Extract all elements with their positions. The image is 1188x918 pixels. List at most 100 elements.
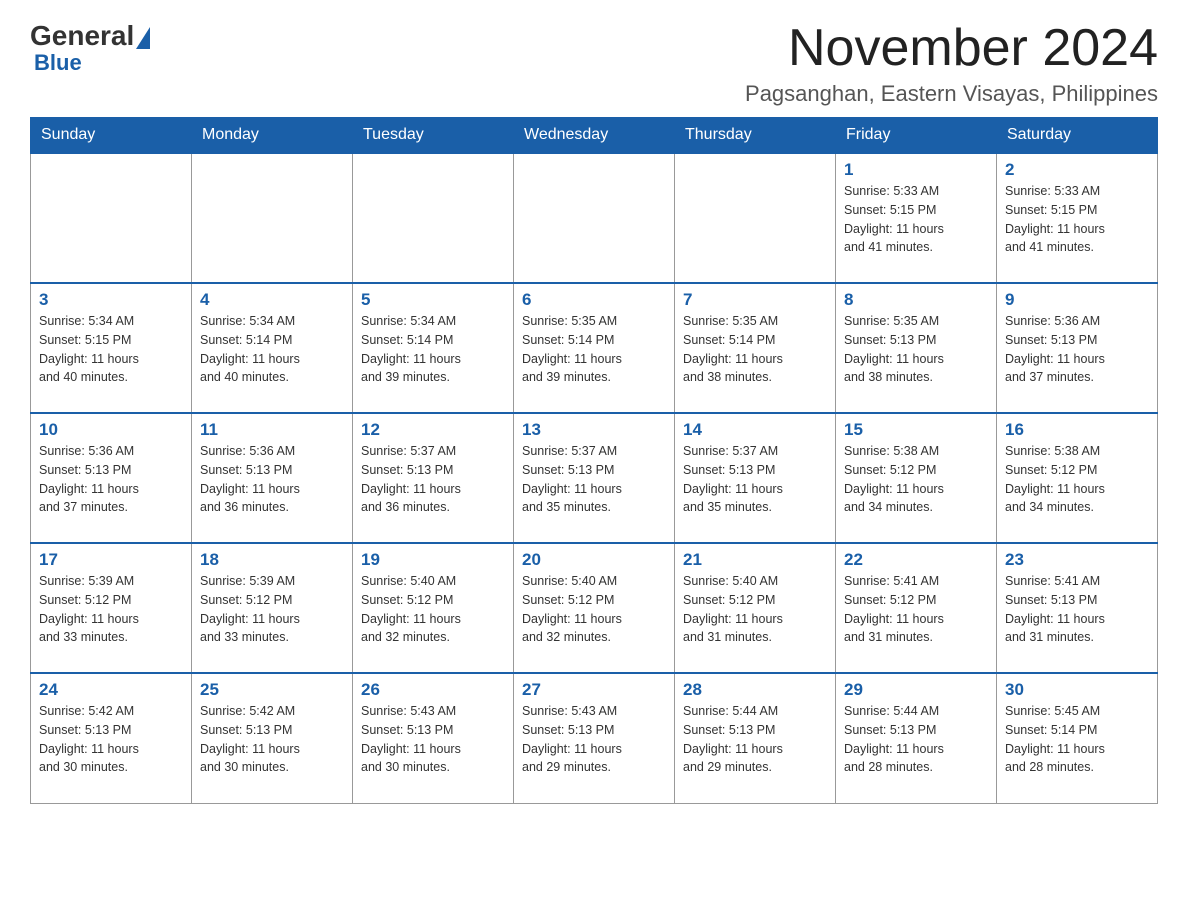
calendar-cell: 10Sunrise: 5:36 AMSunset: 5:13 PMDayligh…: [31, 413, 192, 543]
calendar-day-header: Monday: [192, 118, 353, 154]
calendar-cell: 2Sunrise: 5:33 AMSunset: 5:15 PMDaylight…: [997, 153, 1158, 283]
calendar-cell: 23Sunrise: 5:41 AMSunset: 5:13 PMDayligh…: [997, 543, 1158, 673]
calendar-cell: 27Sunrise: 5:43 AMSunset: 5:13 PMDayligh…: [514, 673, 675, 803]
day-info: Sunrise: 5:41 AMSunset: 5:12 PMDaylight:…: [844, 572, 988, 647]
logo: General Blue: [30, 20, 150, 76]
day-number: 12: [361, 420, 505, 440]
day-number: 22: [844, 550, 988, 570]
day-number: 28: [683, 680, 827, 700]
day-number: 25: [200, 680, 344, 700]
day-info: Sunrise: 5:34 AMSunset: 5:14 PMDaylight:…: [361, 312, 505, 387]
calendar-day-header: Sunday: [31, 118, 192, 154]
day-info: Sunrise: 5:43 AMSunset: 5:13 PMDaylight:…: [361, 702, 505, 777]
day-info: Sunrise: 5:33 AMSunset: 5:15 PMDaylight:…: [1005, 182, 1149, 257]
day-info: Sunrise: 5:40 AMSunset: 5:12 PMDaylight:…: [522, 572, 666, 647]
calendar-cell: 1Sunrise: 5:33 AMSunset: 5:15 PMDaylight…: [836, 153, 997, 283]
day-number: 20: [522, 550, 666, 570]
day-info: Sunrise: 5:42 AMSunset: 5:13 PMDaylight:…: [200, 702, 344, 777]
day-info: Sunrise: 5:44 AMSunset: 5:13 PMDaylight:…: [844, 702, 988, 777]
day-info: Sunrise: 5:40 AMSunset: 5:12 PMDaylight:…: [361, 572, 505, 647]
day-number: 17: [39, 550, 183, 570]
calendar-cell: 12Sunrise: 5:37 AMSunset: 5:13 PMDayligh…: [353, 413, 514, 543]
calendar-cell: [675, 153, 836, 283]
calendar-cell: 30Sunrise: 5:45 AMSunset: 5:14 PMDayligh…: [997, 673, 1158, 803]
logo-blue-text: Blue: [34, 50, 82, 76]
day-info: Sunrise: 5:36 AMSunset: 5:13 PMDaylight:…: [39, 442, 183, 517]
calendar-cell: [192, 153, 353, 283]
day-number: 14: [683, 420, 827, 440]
day-number: 8: [844, 290, 988, 310]
day-number: 24: [39, 680, 183, 700]
calendar-week-row: 3Sunrise: 5:34 AMSunset: 5:15 PMDaylight…: [31, 283, 1158, 413]
calendar-cell: 21Sunrise: 5:40 AMSunset: 5:12 PMDayligh…: [675, 543, 836, 673]
day-info: Sunrise: 5:36 AMSunset: 5:13 PMDaylight:…: [200, 442, 344, 517]
day-info: Sunrise: 5:37 AMSunset: 5:13 PMDaylight:…: [683, 442, 827, 517]
calendar-day-header: Thursday: [675, 118, 836, 154]
calendar-cell: 19Sunrise: 5:40 AMSunset: 5:12 PMDayligh…: [353, 543, 514, 673]
calendar-week-row: 1Sunrise: 5:33 AMSunset: 5:15 PMDaylight…: [31, 153, 1158, 283]
calendar-week-row: 17Sunrise: 5:39 AMSunset: 5:12 PMDayligh…: [31, 543, 1158, 673]
day-info: Sunrise: 5:41 AMSunset: 5:13 PMDaylight:…: [1005, 572, 1149, 647]
day-number: 26: [361, 680, 505, 700]
day-number: 4: [200, 290, 344, 310]
day-number: 21: [683, 550, 827, 570]
calendar-cell: [31, 153, 192, 283]
day-number: 7: [683, 290, 827, 310]
day-info: Sunrise: 5:36 AMSunset: 5:13 PMDaylight:…: [1005, 312, 1149, 387]
day-info: Sunrise: 5:43 AMSunset: 5:13 PMDaylight:…: [522, 702, 666, 777]
calendar-cell: 29Sunrise: 5:44 AMSunset: 5:13 PMDayligh…: [836, 673, 997, 803]
day-number: 2: [1005, 160, 1149, 180]
calendar-cell: 11Sunrise: 5:36 AMSunset: 5:13 PMDayligh…: [192, 413, 353, 543]
day-number: 23: [1005, 550, 1149, 570]
calendar-cell: 14Sunrise: 5:37 AMSunset: 5:13 PMDayligh…: [675, 413, 836, 543]
calendar-cell: 26Sunrise: 5:43 AMSunset: 5:13 PMDayligh…: [353, 673, 514, 803]
day-number: 11: [200, 420, 344, 440]
day-info: Sunrise: 5:35 AMSunset: 5:14 PMDaylight:…: [522, 312, 666, 387]
calendar-cell: 6Sunrise: 5:35 AMSunset: 5:14 PMDaylight…: [514, 283, 675, 413]
day-info: Sunrise: 5:38 AMSunset: 5:12 PMDaylight:…: [844, 442, 988, 517]
calendar-cell: 7Sunrise: 5:35 AMSunset: 5:14 PMDaylight…: [675, 283, 836, 413]
calendar-cell: 20Sunrise: 5:40 AMSunset: 5:12 PMDayligh…: [514, 543, 675, 673]
calendar-cell: 8Sunrise: 5:35 AMSunset: 5:13 PMDaylight…: [836, 283, 997, 413]
day-number: 1: [844, 160, 988, 180]
day-info: Sunrise: 5:34 AMSunset: 5:15 PMDaylight:…: [39, 312, 183, 387]
calendar-cell: 13Sunrise: 5:37 AMSunset: 5:13 PMDayligh…: [514, 413, 675, 543]
calendar-table: SundayMondayTuesdayWednesdayThursdayFrid…: [30, 117, 1158, 804]
location-subtitle: Pagsanghan, Eastern Visayas, Philippines: [745, 81, 1158, 107]
calendar-cell: 17Sunrise: 5:39 AMSunset: 5:12 PMDayligh…: [31, 543, 192, 673]
calendar-cell: 9Sunrise: 5:36 AMSunset: 5:13 PMDaylight…: [997, 283, 1158, 413]
page-header: General Blue November 2024 Pagsanghan, E…: [30, 20, 1158, 107]
calendar-cell: 5Sunrise: 5:34 AMSunset: 5:14 PMDaylight…: [353, 283, 514, 413]
logo-general-text: General: [30, 20, 134, 52]
title-block: November 2024 Pagsanghan, Eastern Visaya…: [745, 20, 1158, 107]
day-number: 5: [361, 290, 505, 310]
calendar-cell: 18Sunrise: 5:39 AMSunset: 5:12 PMDayligh…: [192, 543, 353, 673]
day-number: 10: [39, 420, 183, 440]
calendar-cell: 15Sunrise: 5:38 AMSunset: 5:12 PMDayligh…: [836, 413, 997, 543]
month-year-title: November 2024: [745, 20, 1158, 77]
day-number: 16: [1005, 420, 1149, 440]
calendar-cell: 16Sunrise: 5:38 AMSunset: 5:12 PMDayligh…: [997, 413, 1158, 543]
day-number: 30: [1005, 680, 1149, 700]
day-info: Sunrise: 5:33 AMSunset: 5:15 PMDaylight:…: [844, 182, 988, 257]
calendar-cell: 28Sunrise: 5:44 AMSunset: 5:13 PMDayligh…: [675, 673, 836, 803]
day-info: Sunrise: 5:38 AMSunset: 5:12 PMDaylight:…: [1005, 442, 1149, 517]
day-number: 15: [844, 420, 988, 440]
day-number: 18: [200, 550, 344, 570]
day-number: 13: [522, 420, 666, 440]
day-info: Sunrise: 5:45 AMSunset: 5:14 PMDaylight:…: [1005, 702, 1149, 777]
day-info: Sunrise: 5:37 AMSunset: 5:13 PMDaylight:…: [522, 442, 666, 517]
logo-triangle-icon: [136, 27, 150, 49]
calendar-week-row: 24Sunrise: 5:42 AMSunset: 5:13 PMDayligh…: [31, 673, 1158, 803]
day-info: Sunrise: 5:40 AMSunset: 5:12 PMDaylight:…: [683, 572, 827, 647]
calendar-week-row: 10Sunrise: 5:36 AMSunset: 5:13 PMDayligh…: [31, 413, 1158, 543]
day-info: Sunrise: 5:37 AMSunset: 5:13 PMDaylight:…: [361, 442, 505, 517]
day-info: Sunrise: 5:42 AMSunset: 5:13 PMDaylight:…: [39, 702, 183, 777]
calendar-cell: 25Sunrise: 5:42 AMSunset: 5:13 PMDayligh…: [192, 673, 353, 803]
calendar-day-header: Saturday: [997, 118, 1158, 154]
calendar-cell: 3Sunrise: 5:34 AMSunset: 5:15 PMDaylight…: [31, 283, 192, 413]
day-number: 19: [361, 550, 505, 570]
day-number: 9: [1005, 290, 1149, 310]
day-info: Sunrise: 5:35 AMSunset: 5:14 PMDaylight:…: [683, 312, 827, 387]
calendar-cell: 22Sunrise: 5:41 AMSunset: 5:12 PMDayligh…: [836, 543, 997, 673]
